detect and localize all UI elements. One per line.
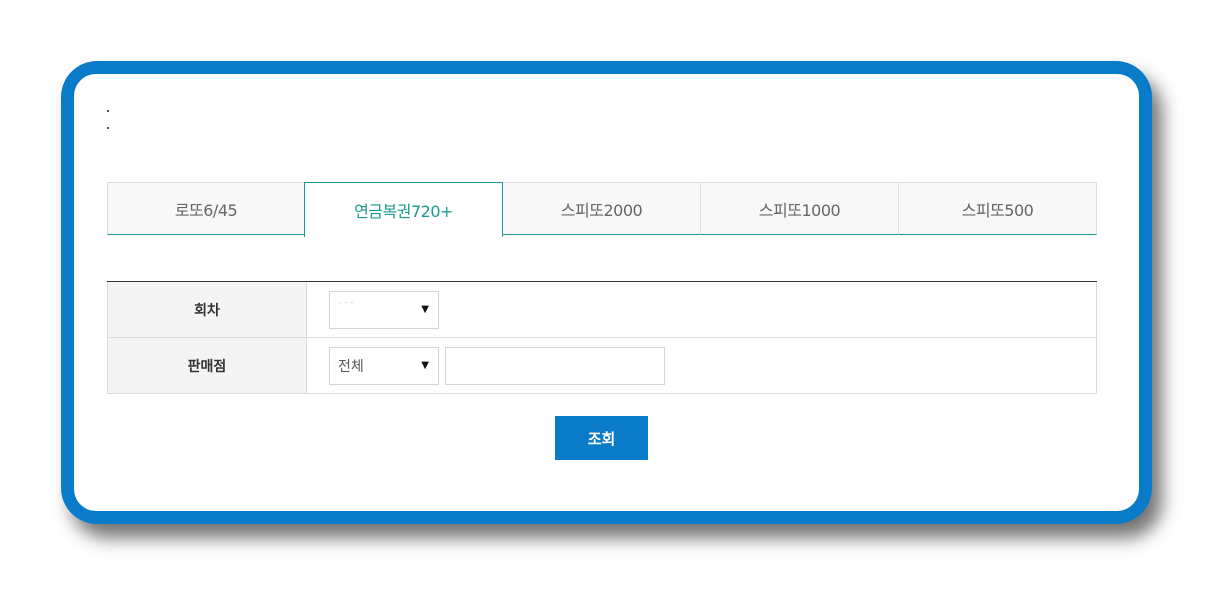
triangle-down-icon: ▼ — [421, 304, 429, 315]
round-select-value: - - - — [338, 297, 354, 308]
search-form: 회차 - - - ▼ 판매점 전체 ▼ — [107, 281, 1097, 394]
header-dot-1 — [107, 110, 109, 112]
round-label: 회차 — [107, 282, 307, 337]
form-row-round: 회차 - - - ▼ — [107, 282, 1097, 338]
store-label: 판매점 — [107, 338, 307, 393]
tab-speetto1000[interactable]: 스피또1000 — [700, 182, 898, 235]
triangle-down-icon: ▼ — [421, 360, 429, 371]
round-select[interactable]: - - - ▼ — [329, 290, 439, 329]
region-select-value: 전체 — [338, 358, 364, 375]
game-tabs: 로또6/45 연금복권720+ 스피또2000 스피또1000 스피또500 — [107, 182, 1097, 237]
search-button[interactable]: 조회 — [555, 416, 648, 460]
tab-pension720[interactable]: 연금복권720+ — [304, 182, 503, 237]
form-row-store: 판매점 전체 ▼ — [107, 338, 1097, 394]
modal-frame: 로또6/45 연금복권720+ 스피또2000 스피또1000 스피또500 회… — [61, 61, 1152, 524]
header-dots — [107, 110, 109, 144]
header-dot-2 — [107, 127, 109, 129]
modal-card: 로또6/45 연금복권720+ 스피또2000 스피또1000 스피또500 회… — [74, 74, 1139, 511]
tab-speetto500[interactable]: 스피또500 — [898, 182, 1097, 235]
region-select[interactable]: 전체 ▼ — [329, 346, 439, 385]
store-search-input[interactable] — [445, 346, 665, 385]
store-value-cell: 전체 ▼ — [307, 338, 1097, 393]
tab-lotto645[interactable]: 로또6/45 — [107, 182, 304, 235]
tab-speetto2000[interactable]: 스피또2000 — [503, 182, 700, 235]
round-value-cell: - - - ▼ — [307, 282, 1097, 337]
